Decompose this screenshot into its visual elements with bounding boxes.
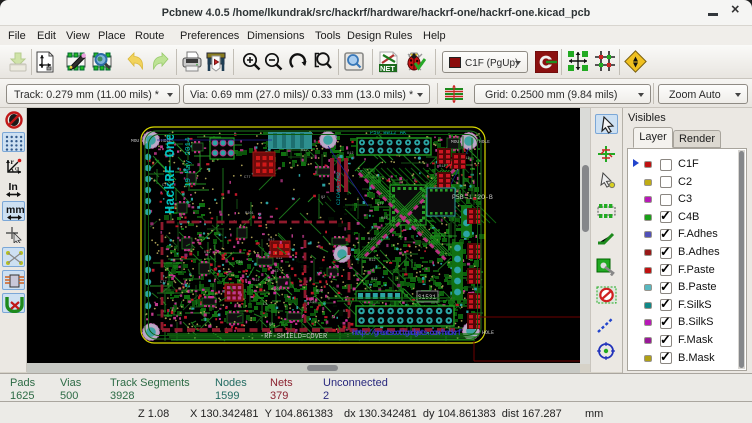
- svg-text:http://greatscottgadgets.com/h: http://greatscottgadgets.com/hackrf: [352, 329, 462, 338]
- svg-text:R12: R12: [439, 165, 445, 169]
- svg-text:C77: C77: [160, 281, 166, 285]
- svg-text:HackRF One: HackRF One: [164, 133, 179, 214]
- svg-text:L3: L3: [263, 303, 267, 307]
- svg-text:MOU: MOU: [131, 138, 139, 144]
- svg-text:r: r: [11, 157, 15, 166]
- svg-text:R101: R101: [245, 212, 254, 216]
- svg-text:-RF-SHIELD=COVER: -RF-SHIELD=COVER: [260, 333, 328, 341]
- svg-text:HOLE: HOLE: [479, 139, 490, 145]
- svg-text:mm: mm: [6, 204, 25, 216]
- svg-text:P5B-⊥-2O-B: P5B-⊥-2O-B: [452, 194, 493, 201]
- svg-text:HOLE: HOLE: [482, 330, 494, 336]
- svg-text:Q2: Q2: [321, 196, 325, 200]
- svg-text:In: In: [9, 181, 18, 193]
- svg-text:Q2: Q2: [269, 323, 273, 327]
- svg-text:19 May 2014: 19 May 2014: [185, 137, 193, 187]
- svg-text:MOU: MOU: [451, 139, 459, 145]
- svg-text:C77: C77: [244, 176, 250, 180]
- svg-text:R12: R12: [381, 217, 387, 221]
- svg-text:NET: NET: [380, 64, 395, 73]
- svg-text:R12: R12: [316, 290, 322, 294]
- svg-text:C77: C77: [377, 203, 383, 207]
- svg-text:R12: R12: [371, 278, 377, 282]
- svg-text:R12: R12: [369, 259, 375, 263]
- svg-text:HOLE: HOLE: [161, 138, 172, 144]
- svg-text:C45: C45: [266, 279, 272, 283]
- svg-text:R12: R12: [301, 149, 307, 153]
- svg-text:φ: φ: [15, 164, 20, 173]
- svg-text:C2CA6A-7M2: C2CA6A-7M2: [335, 172, 342, 205]
- svg-text:U12: U12: [347, 152, 353, 156]
